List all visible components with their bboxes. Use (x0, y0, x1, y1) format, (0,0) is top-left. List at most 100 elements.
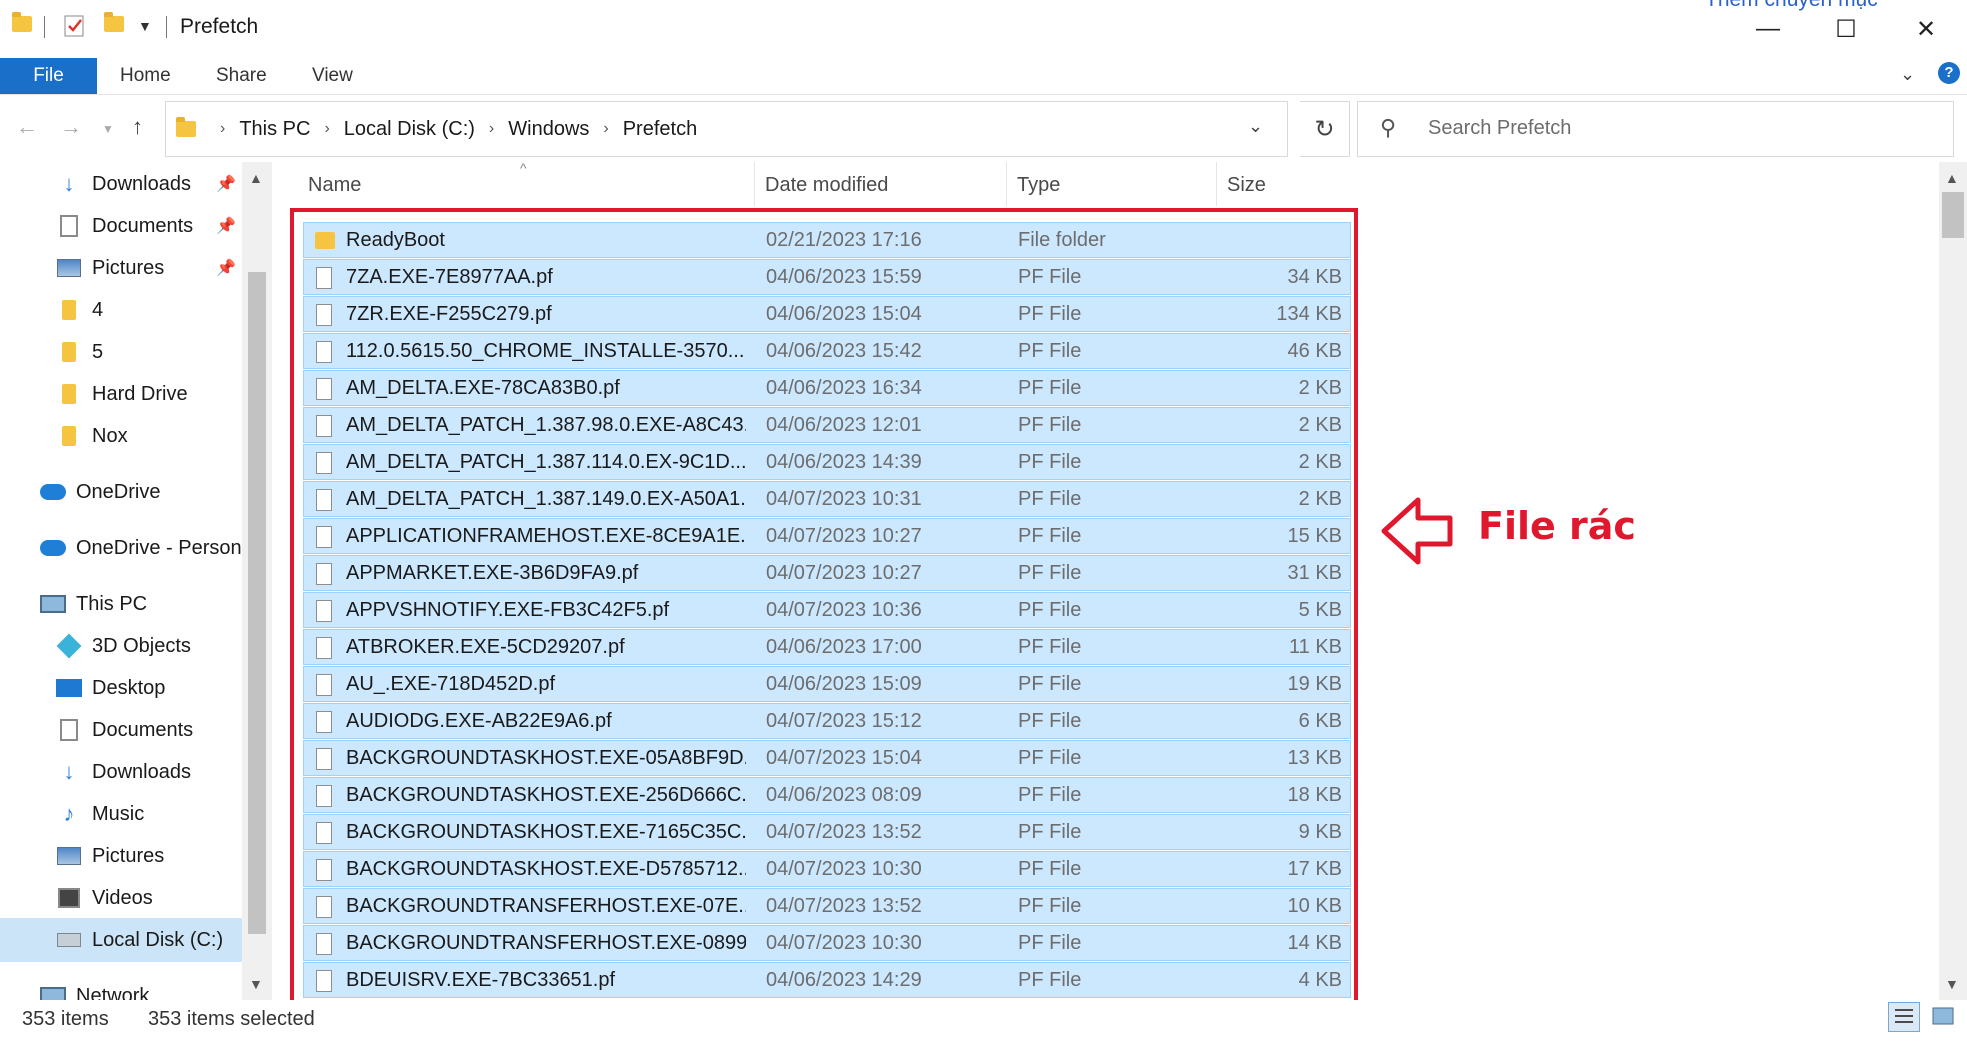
nav-item-hard-drive[interactable]: Hard Drive (56, 376, 188, 412)
nav-item-label: Downloads (92, 172, 191, 195)
column-header-date[interactable]: Date modified (765, 174, 888, 197)
nav-item-music[interactable]: ♪ Music (56, 796, 145, 832)
nav-item-label: This PC (76, 592, 148, 615)
search-box[interactable]: ⚲ Search Prefetch (1357, 101, 1954, 157)
computer-icon (40, 593, 66, 615)
search-placeholder[interactable]: Search Prefetch (1428, 117, 1571, 140)
pictures-icon (56, 845, 82, 867)
cloud-icon (40, 537, 66, 559)
folder-icon (56, 425, 82, 447)
forward-arrow-icon[interactable]: → (60, 114, 82, 140)
large-icons-view-button[interactable] (1928, 1002, 1960, 1032)
column-divider[interactable] (754, 162, 755, 206)
breadcrumb-prefetch[interactable]: Prefetch (623, 118, 697, 141)
up-arrow-icon[interactable]: ↑ (132, 114, 143, 140)
selected-count: 353 items selected (148, 1008, 315, 1030)
details-view-button[interactable] (1888, 1002, 1920, 1032)
scroll-down-icon[interactable]: ▼ (1945, 976, 1959, 992)
refresh-icon: ↻ (1314, 115, 1335, 143)
nav-item-onedrive[interactable]: OneDrive (40, 474, 160, 510)
tab-share[interactable]: Share (216, 58, 267, 94)
nav-item-this-pc[interactable]: This PC (40, 586, 147, 622)
file-list-scrollbar[interactable] (1939, 162, 1967, 1000)
nav-item-3d-objects[interactable]: 3D Objects (56, 628, 191, 664)
help-icon[interactable]: ? (1938, 62, 1960, 84)
large-icons-view-icon (1932, 1007, 1954, 1025)
navigation-pane: ↓ Downloads 📌 Documents 📌 Pictures 📌 4 5 … (0, 162, 272, 1000)
music-note-icon: ♪ (63, 801, 75, 826)
scroll-down-icon[interactable]: ▼ (249, 976, 263, 992)
nav-item-label: Pictures (92, 256, 165, 279)
divider (0, 94, 1967, 95)
scroll-up-icon[interactable]: ▲ (249, 170, 263, 186)
video-icon (56, 887, 82, 909)
nav-item-videos[interactable]: Videos (56, 880, 153, 916)
nav-item-nox[interactable]: Nox (56, 418, 128, 454)
nav-item-folder-4[interactable]: 4 (56, 292, 103, 328)
nav-item-downloads-pc[interactable]: ↓ Downloads (56, 754, 191, 790)
minimize-button[interactable]: — (1728, 0, 1808, 58)
nav-item-pictures[interactable]: Pictures (56, 250, 164, 286)
column-header-size[interactable]: Size (1227, 174, 1266, 197)
tab-view[interactable]: View (312, 58, 353, 94)
breadcrumb-local-disk[interactable]: Local Disk (C:) (344, 118, 475, 141)
close-button[interactable]: ✕ (1886, 0, 1966, 58)
pin-icon[interactable]: 📌 (216, 216, 236, 236)
nav-item-label: Downloads (92, 760, 191, 783)
nav-item-network[interactable]: Network (40, 978, 149, 1000)
expand-ribbon-icon[interactable]: ⌄ (1900, 64, 1915, 85)
nav-item-documents[interactable]: Documents (56, 208, 193, 244)
address-bar[interactable]: › This PC › Local Disk (C:) › Windows › … (165, 101, 1288, 157)
column-divider[interactable] (1006, 162, 1007, 206)
nav-item-folder-5[interactable]: 5 (56, 334, 103, 370)
recent-locations-icon[interactable]: ▼ (102, 122, 114, 136)
pin-icon[interactable]: 📌 (216, 258, 236, 278)
nav-item-label: OneDrive - Person (76, 536, 242, 559)
document-icon (56, 719, 82, 741)
cloud-icon (40, 481, 66, 503)
pin-icon[interactable]: 📌 (216, 174, 236, 194)
tab-file[interactable]: File (0, 58, 97, 94)
folder-icon (56, 341, 82, 363)
refresh-button[interactable]: ↻ (1300, 101, 1350, 157)
tab-home[interactable]: Home (120, 58, 171, 94)
nav-item-label: Pictures (92, 844, 165, 867)
folder-icon (12, 12, 32, 32)
nav-item-local-disk[interactable]: Local Disk (C:) (56, 922, 223, 958)
column-header-type[interactable]: Type (1017, 174, 1060, 197)
breadcrumb-this-pc[interactable]: This PC (239, 118, 310, 141)
nav-item-label: Nox (92, 424, 128, 447)
nav-item-onedrive-personal[interactable]: OneDrive - Person (40, 530, 242, 566)
scroll-up-icon[interactable]: ▲ (1945, 170, 1959, 186)
drive-icon (56, 929, 82, 951)
properties-icon[interactable] (64, 14, 86, 43)
folder-icon (56, 299, 82, 321)
nav-scrollbar-thumb[interactable] (248, 272, 266, 934)
new-folder-icon[interactable] (104, 12, 124, 32)
nav-item-label: Hard Drive (92, 382, 188, 405)
chevron-right-icon[interactable]: › (324, 120, 329, 138)
pictures-icon (56, 257, 82, 279)
column-divider[interactable] (1216, 162, 1217, 206)
column-header-name[interactable]: Name (308, 174, 361, 197)
desktop-icon (56, 677, 82, 699)
back-arrow-icon[interactable]: ← (16, 114, 38, 140)
nav-item-label: 5 (92, 340, 104, 363)
breadcrumb-windows[interactable]: Windows (508, 118, 589, 141)
customize-toolbar-icon[interactable]: ▼ (138, 18, 152, 34)
nav-item-downloads[interactable]: ↓ Downloads (56, 166, 191, 202)
status-bar: 353 items 353 items selected (0, 1000, 1967, 1041)
folder-icon (176, 117, 196, 137)
chevron-right-icon[interactable]: › (603, 120, 608, 138)
maximize-button[interactable]: ☐ (1806, 0, 1886, 58)
nav-item-documents-pc[interactable]: Documents (56, 712, 193, 748)
download-arrow-icon: ↓ (63, 759, 75, 784)
nav-item-label: Documents (92, 718, 194, 741)
sort-ascending-icon: ^ (520, 160, 527, 176)
file-list-scrollbar-thumb[interactable] (1942, 192, 1964, 238)
address-dropdown-icon[interactable]: ⌄ (1248, 116, 1263, 137)
nav-item-desktop[interactable]: Desktop (56, 670, 165, 706)
chevron-right-icon[interactable]: › (489, 120, 494, 138)
item-count: 353 items (22, 1008, 109, 1030)
nav-item-pictures-pc[interactable]: Pictures (56, 838, 164, 874)
